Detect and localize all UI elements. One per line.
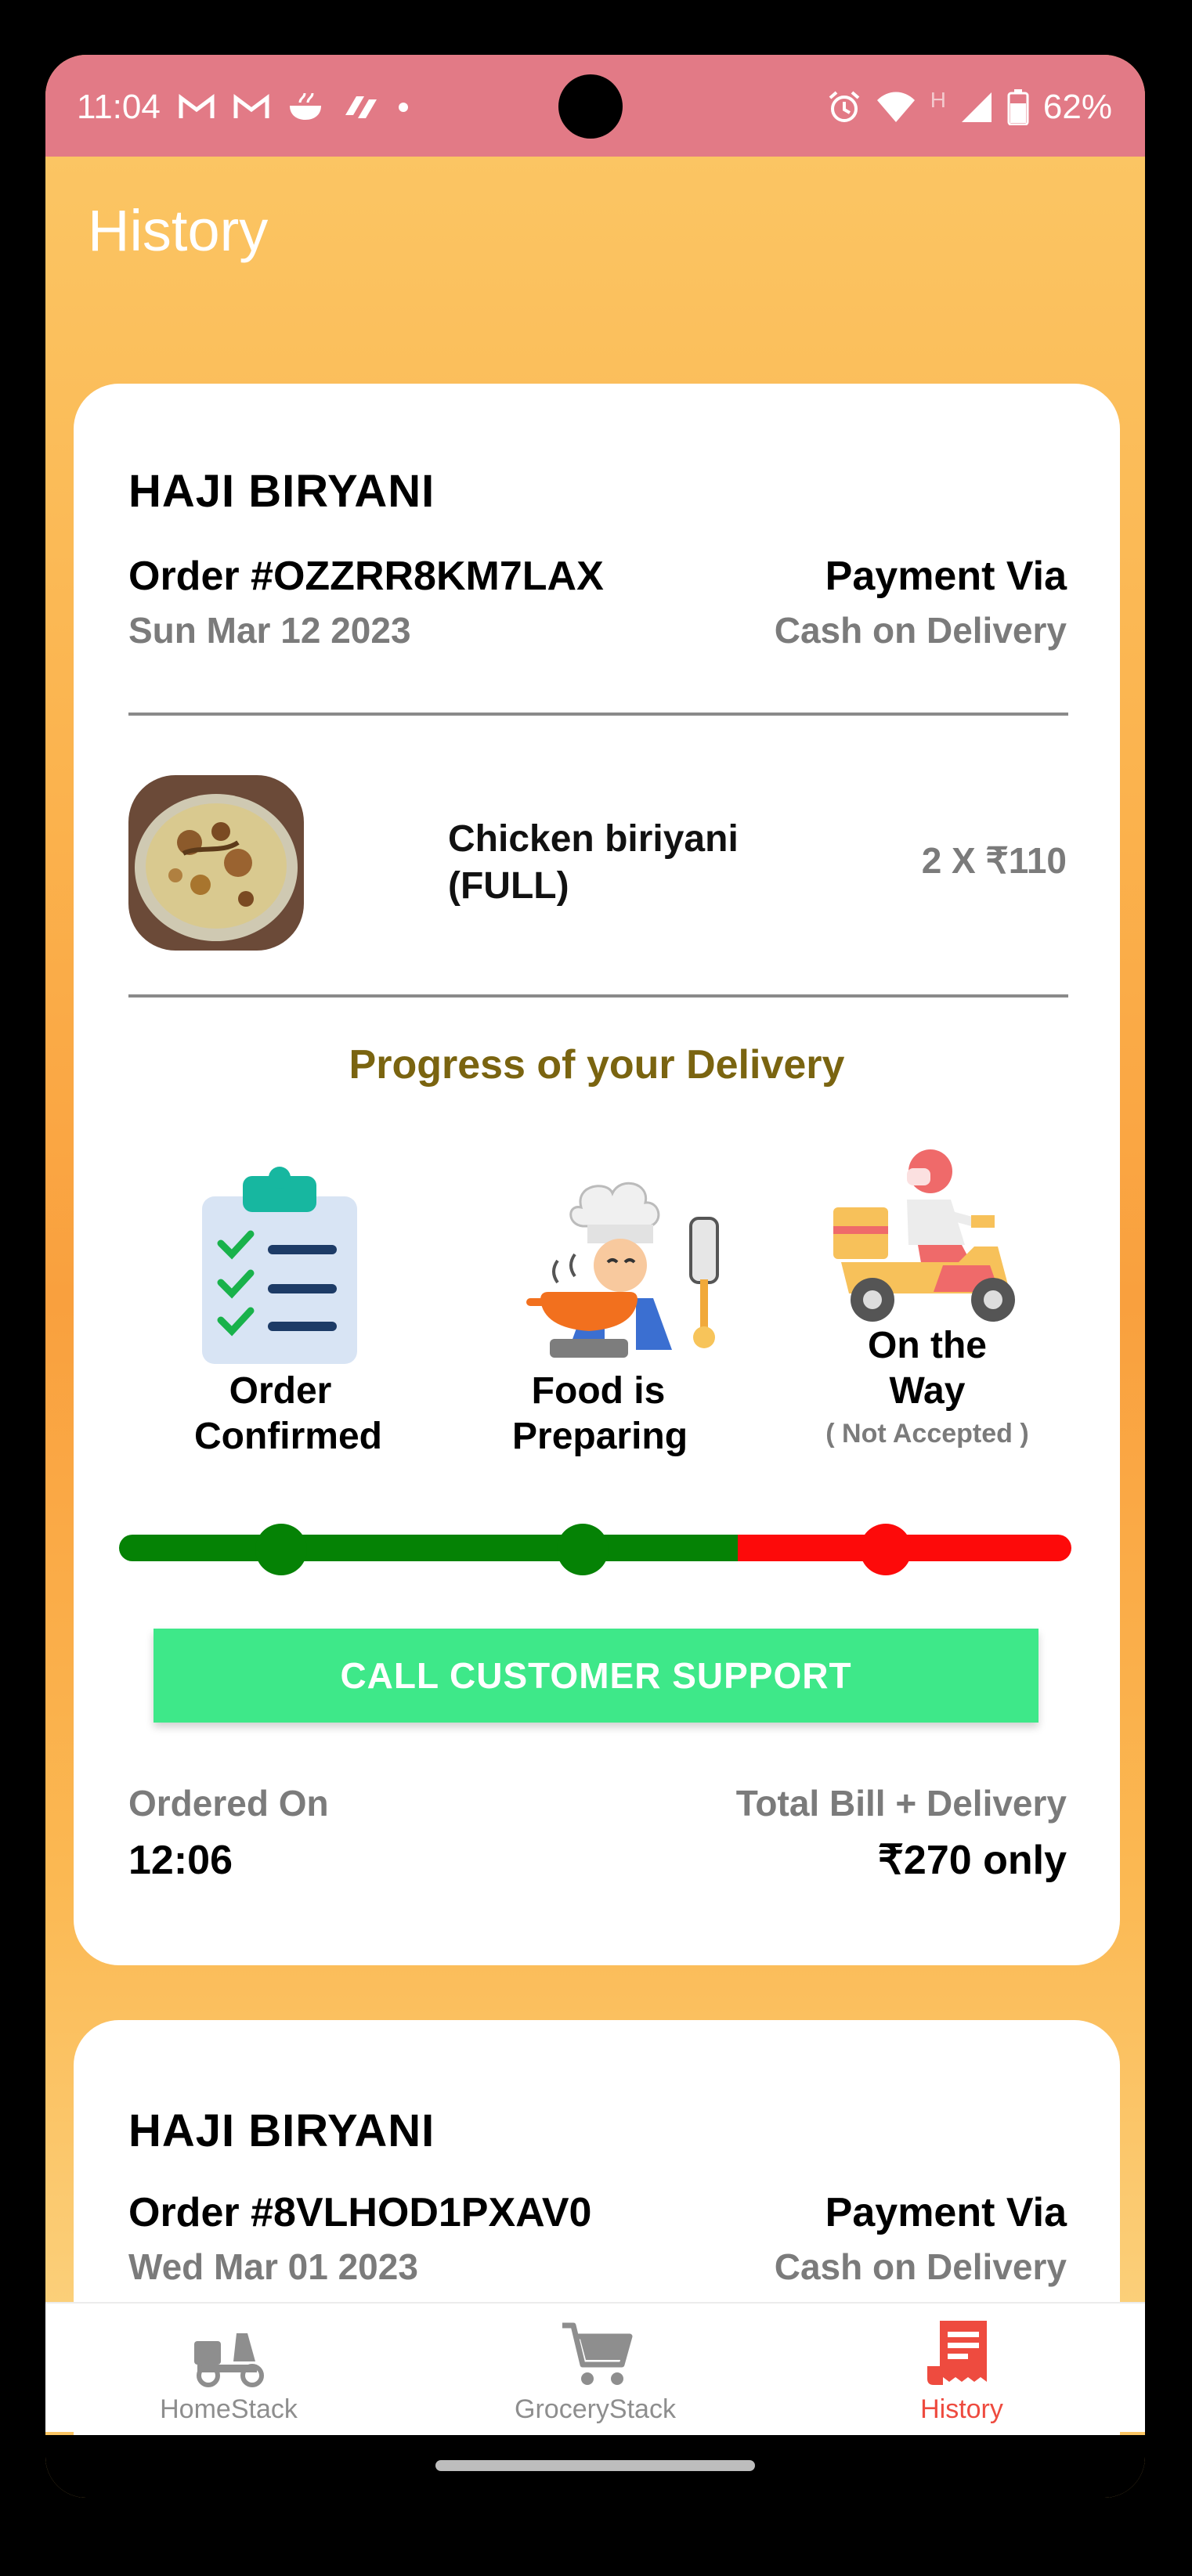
order-date: Wed Mar 01 2023 [128, 2246, 418, 2287]
wifi-icon [876, 92, 915, 122]
progress-dot-preparing [557, 1524, 609, 1575]
more-notifications-dot-icon [398, 103, 408, 112]
nav-label: GroceryStack [515, 2394, 676, 2424]
divider [128, 713, 1068, 716]
battery-percent: 62% [1042, 88, 1112, 126]
bottom-navigation: HomeStack GroceryStack History [45, 2302, 1145, 2432]
payment-label: Payment Via [825, 554, 1067, 599]
step-on-the-way: On the Way ( Not Accepted ) [810, 1323, 1045, 1449]
shopping-cart-icon [562, 2322, 633, 2385]
history-content[interactable]: History HAJI BIRYANI Order #OZZRR8KM7LAX… [45, 157, 1145, 2490]
ordered-on-label: Ordered On [128, 1783, 329, 1824]
home-gesture-pill[interactable] [435, 2460, 755, 2471]
nav-history[interactable]: History [778, 2304, 1145, 2432]
order-id: Order #OZZRR8KM7LAX [128, 554, 604, 599]
delivery-scooter-icon [194, 2333, 264, 2387]
delivery-scooter-icon [833, 1149, 1015, 1322]
page-title: History [88, 198, 269, 263]
total-bill-label: Total Bill + Delivery [735, 1783, 1067, 1824]
food-thumbnail [128, 775, 304, 951]
receipt-icon [927, 2321, 987, 2385]
nav-home-stack[interactable]: HomeStack [45, 2304, 412, 2432]
battery-icon [1007, 89, 1029, 125]
payment-method: Cash on Delivery [774, 2246, 1067, 2287]
order-id: Order #8VLHOD1PXAV0 [128, 2190, 592, 2235]
payment-label: Payment Via [825, 2190, 1067, 2235]
divider [128, 994, 1068, 998]
step-order-confirmed: Order Confirmed [163, 1369, 398, 1459]
progress-title: Progress of your Delivery [349, 1042, 845, 1088]
nav-grocery-stack[interactable]: GroceryStack [412, 2304, 778, 2432]
clipboard-checklist-icon [202, 1167, 357, 1364]
step-label: Order Confirmed [194, 1370, 382, 1457]
step-food-preparing: Food is Preparing [481, 1369, 716, 1459]
gmail-icon [179, 94, 215, 118]
food-bowl-icon [289, 92, 321, 120]
order-card: HAJI BIRYANI Order #OZZRR8KM7LAX Sun Mar… [74, 384, 1120, 1965]
progress-dot-on-the-way [860, 1524, 912, 1575]
step-sublabel: ( Not Accepted ) [825, 1419, 1029, 1449]
step-label: On the Way [868, 1325, 987, 1412]
item-quantity-price: 2 X ₹110 [921, 840, 1067, 881]
cellular-signal-icon [961, 92, 992, 122]
step-label: Food is Preparing [512, 1370, 688, 1457]
progress-bar-done [119, 1535, 738, 1561]
status-left: 11:04 [77, 88, 410, 127]
payment-method: Cash on Delivery [774, 610, 1067, 651]
item-name: Chicken biriyani (FULL) [448, 818, 739, 907]
status-right: H 62% [827, 88, 1112, 127]
total-bill-value: ₹270 only [877, 1838, 1067, 1883]
phone-frame: 11:04 H 62% History HAJI BIRYANI Order #… [0, 0, 1192, 2576]
status-time: 11:04 [77, 88, 161, 126]
alarm-icon [829, 91, 860, 122]
status-bar: 11:04 H 62% [45, 55, 1145, 157]
network-type: H [930, 88, 946, 112]
gmail-icon [233, 94, 269, 118]
restaurant-name: HAJI BIRYANI [128, 466, 435, 517]
nav-label: History [920, 2394, 1003, 2424]
front-camera [558, 74, 623, 139]
order-date: Sun Mar 12 2023 [128, 610, 411, 651]
app-notification-icon [345, 96, 377, 118]
chef-cooking-icon [526, 1182, 719, 1358]
call-customer-support-button[interactable]: CALL CUSTOMER SUPPORT [154, 1629, 1038, 1723]
app-screen: 11:04 H 62% History HAJI BIRYANI Order #… [45, 55, 1145, 2498]
nav-label: HomeStack [160, 2394, 298, 2424]
ordered-on-time: 12:06 [128, 1838, 233, 1883]
restaurant-name: HAJI BIRYANI [128, 2105, 435, 2156]
progress-dot-confirmed [255, 1524, 307, 1575]
system-gesture-bar [45, 2435, 1145, 2498]
